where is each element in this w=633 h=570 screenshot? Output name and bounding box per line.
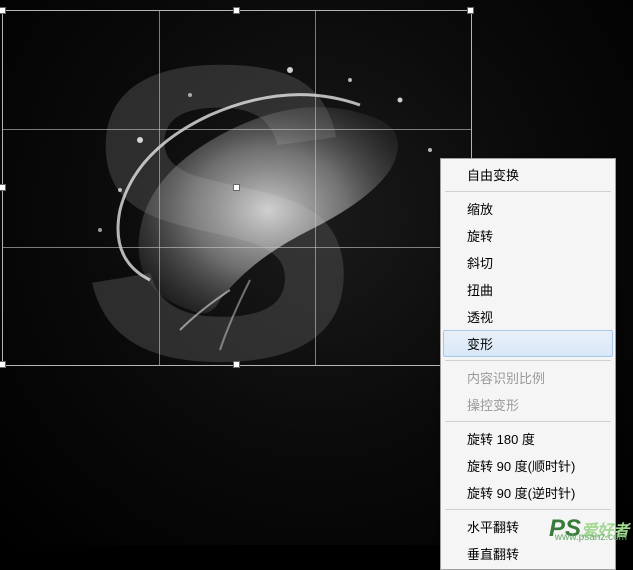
- transform-handle-bottom-left[interactable]: [0, 361, 6, 368]
- transform-grid-line: [159, 11, 160, 365]
- menu-item-flip-vertical[interactable]: 垂直翻转: [443, 540, 613, 567]
- menu-item-distort[interactable]: 扭曲: [443, 276, 613, 303]
- menu-item-content-aware-scale: 内容识别比例: [443, 364, 613, 391]
- transform-grid-line: [3, 247, 471, 248]
- transform-handle-middle-left[interactable]: [0, 184, 6, 191]
- menu-item-rotate-90-ccw[interactable]: 旋转 90 度(逆时针): [443, 479, 613, 506]
- transform-bounding-box[interactable]: [2, 10, 472, 366]
- menu-item-rotate-180[interactable]: 旋转 180 度: [443, 425, 613, 452]
- transform-handle-bottom-middle[interactable]: [233, 361, 240, 368]
- menu-separator: [445, 509, 611, 510]
- transform-handle-center[interactable]: [233, 184, 240, 191]
- watermark-url: www.psahz.com: [555, 532, 627, 543]
- menu-item-free-transform[interactable]: 自由变换: [443, 161, 613, 188]
- menu-separator: [445, 191, 611, 192]
- transform-handle-top-right[interactable]: [467, 7, 474, 14]
- menu-separator: [445, 421, 611, 422]
- menu-item-perspective[interactable]: 透视: [443, 303, 613, 330]
- menu-item-rotate[interactable]: 旋转: [443, 222, 613, 249]
- transform-grid-line: [315, 11, 316, 365]
- menu-separator: [445, 360, 611, 361]
- menu-item-scale[interactable]: 缩放: [443, 195, 613, 222]
- menu-item-puppet-warp: 操控变形: [443, 391, 613, 418]
- transform-context-menu: 自由变换 缩放 旋转 斜切 扭曲 透视 变形 内容识别比例 操控变形 旋转 18…: [440, 158, 616, 570]
- transform-handle-top-middle[interactable]: [233, 7, 240, 14]
- menu-item-warp[interactable]: 变形: [443, 330, 613, 357]
- transform-grid-line: [3, 129, 471, 130]
- menu-item-skew[interactable]: 斜切: [443, 249, 613, 276]
- menu-item-rotate-90-cw[interactable]: 旋转 90 度(顺时针): [443, 452, 613, 479]
- transform-handle-top-left[interactable]: [0, 7, 6, 14]
